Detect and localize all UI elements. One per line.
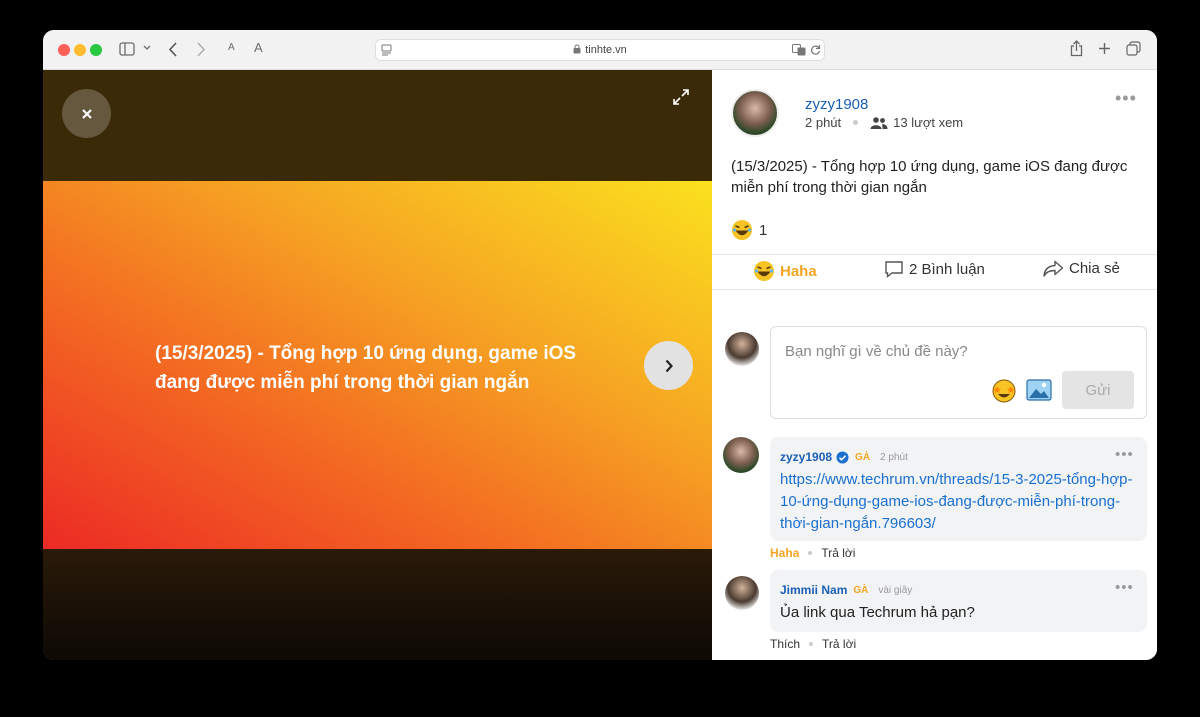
commenter-avatar[interactable] bbox=[723, 437, 759, 473]
emoji-picker-icon[interactable] bbox=[991, 378, 1017, 409]
comment-actions: Haha Trả lời bbox=[770, 546, 855, 560]
viewer-backdrop-bottom bbox=[43, 549, 712, 660]
author-name[interactable]: zyzy1908 bbox=[805, 96, 868, 113]
banner-title: (15/3/2025) - Tổng hợp 10 ứng dụng, game… bbox=[155, 343, 577, 393]
comment-time: 2 phút bbox=[880, 451, 908, 463]
reply-button[interactable]: Trả lời bbox=[822, 637, 856, 651]
new-tab-icon[interactable] bbox=[1098, 42, 1111, 55]
comment-like-button[interactable]: Thích bbox=[770, 637, 800, 651]
zoom-window-button[interactable] bbox=[90, 44, 102, 56]
viewer-backdrop-top bbox=[43, 70, 712, 181]
image-viewer: (15/3/2025) - Tổng hợp 10 ứng dụng, game… bbox=[43, 70, 712, 660]
rank-badge: GÀ bbox=[855, 451, 871, 463]
divider bbox=[712, 289, 1157, 290]
separator-dot bbox=[809, 642, 814, 646]
url-text: tinhte.vn bbox=[376, 44, 824, 56]
reaction-summary[interactable]: 1 bbox=[731, 219, 767, 241]
haha-emoji-icon bbox=[754, 261, 774, 281]
share-icon[interactable] bbox=[1070, 40, 1083, 57]
comment-time: vài giây bbox=[878, 584, 913, 596]
post-more-icon[interactable]: ••• bbox=[1115, 88, 1137, 109]
comment-react-button[interactable]: Haha bbox=[770, 546, 799, 560]
reply-button[interactable]: Trả lời bbox=[821, 546, 855, 560]
text-larger-button[interactable]: A bbox=[254, 40, 263, 55]
comment-header: Jimmii Nam GÀ vài giây bbox=[780, 583, 912, 597]
share-button[interactable]: Chia sẻ bbox=[1043, 260, 1120, 277]
separator-dot bbox=[808, 551, 813, 555]
browser-toolbar: A A tinhte.vn bbox=[43, 30, 1157, 70]
expand-button[interactable] bbox=[672, 88, 694, 110]
post-time: 2 phút bbox=[805, 115, 842, 130]
share-label: Chia sẻ bbox=[1069, 260, 1120, 277]
comment-composer[interactable]: Bạn nghĩ gì về chủ đề này? Gửi bbox=[770, 326, 1147, 419]
close-viewer-button[interactable] bbox=[62, 89, 111, 138]
comment-actions: Thích Trả lời bbox=[770, 637, 856, 651]
post-title: (15/3/2025) - Tổng hợp 10 ứng dụng, game… bbox=[731, 158, 1128, 196]
comment-more-icon[interactable]: ••• bbox=[1115, 579, 1134, 596]
comment-input[interactable]: Bạn nghĩ gì về chủ đề này? bbox=[785, 343, 968, 360]
next-image-button[interactable] bbox=[644, 341, 693, 390]
users-icon bbox=[870, 116, 888, 129]
close-icon bbox=[81, 108, 92, 119]
post-actions: Haha 2 Bình luận Chia sẻ bbox=[712, 256, 1157, 289]
post-meta: 2 phút 13 lượt xem bbox=[805, 115, 963, 130]
haha-button[interactable]: Haha bbox=[753, 260, 817, 282]
share-arrow-icon bbox=[1043, 260, 1064, 277]
expand-icon bbox=[673, 89, 689, 105]
image-upload-icon[interactable] bbox=[1026, 379, 1052, 406]
comment-link[interactable]: https://www.techrum.vn/threads/15-3-2025… bbox=[780, 469, 1140, 535]
tab-overview-icon[interactable] bbox=[1126, 41, 1141, 56]
verified-badge-icon bbox=[836, 451, 849, 463]
text-smaller-button[interactable]: A bbox=[228, 42, 235, 53]
author-avatar[interactable] bbox=[731, 89, 779, 137]
minimize-window-button[interactable] bbox=[74, 44, 86, 56]
view-count: 13 lượt xem bbox=[893, 115, 964, 130]
send-button[interactable]: Gửi bbox=[1062, 371, 1134, 409]
current-user-avatar bbox=[725, 332, 759, 366]
chevron-down-icon[interactable] bbox=[143, 45, 151, 51]
comment-bubble: Jimmii Nam GÀ vài giây ••• Ủa link qua T… bbox=[770, 570, 1147, 632]
divider bbox=[712, 254, 1157, 255]
browser-window: A A tinhte.vn (15/3/2025) - Tổng hợp 10 … bbox=[43, 30, 1157, 660]
close-window-button[interactable] bbox=[58, 44, 70, 56]
separator-dot bbox=[853, 120, 859, 125]
post-banner-image: (15/3/2025) - Tổng hợp 10 ứng dụng, game… bbox=[43, 181, 712, 549]
lock-icon bbox=[573, 44, 581, 54]
post-panel: zyzy1908 2 phút 13 lượt xem ••• (15/3/20… bbox=[712, 70, 1157, 660]
sidebar-toggle-icon[interactable] bbox=[119, 42, 135, 56]
comment-text: Ủa link qua Techrum hả pạn? bbox=[780, 604, 975, 621]
back-icon[interactable] bbox=[168, 42, 178, 57]
comment-header: zyzy1908 GÀ 2 phút bbox=[780, 450, 908, 464]
address-bar[interactable]: tinhte.vn bbox=[375, 39, 825, 61]
commenter-name[interactable]: zyzy1908 bbox=[780, 450, 832, 464]
haha-emoji-icon bbox=[732, 220, 752, 240]
comment-count-label: 2 Bình luận bbox=[909, 260, 985, 278]
chevron-right-icon bbox=[665, 359, 673, 372]
commenter-avatar[interactable] bbox=[725, 576, 759, 610]
forward-icon[interactable] bbox=[196, 42, 206, 57]
translate-icon[interactable] bbox=[792, 44, 806, 56]
comment-button[interactable]: 2 Bình luận bbox=[884, 260, 985, 278]
haha-label: Haha bbox=[780, 262, 817, 280]
comment-icon bbox=[885, 261, 903, 278]
url-label: tinhte.vn bbox=[585, 44, 627, 56]
comment-more-icon[interactable]: ••• bbox=[1115, 446, 1134, 463]
reaction-count: 1 bbox=[759, 221, 768, 239]
commenter-name[interactable]: Jimmii Nam bbox=[780, 583, 847, 597]
rank-badge: GÀ bbox=[853, 584, 869, 596]
reload-icon[interactable] bbox=[810, 44, 821, 56]
comment-bubble: zyzy1908 GÀ 2 phút ••• https://www.techr… bbox=[770, 437, 1147, 541]
